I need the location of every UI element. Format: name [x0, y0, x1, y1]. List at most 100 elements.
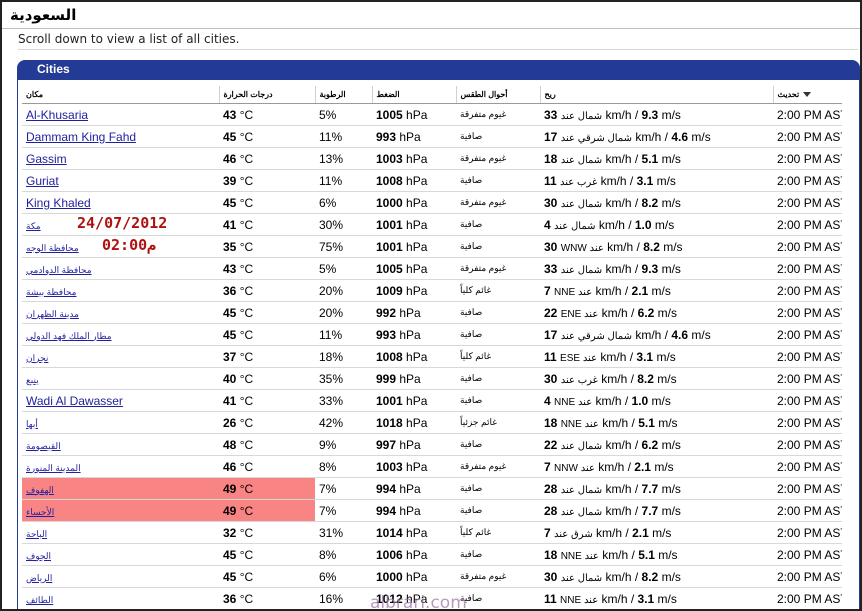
- wind-speed-kmh: 18: [544, 151, 558, 166]
- column-header-pressure[interactable]: الضغط: [372, 86, 457, 104]
- weather-condition: صافية: [460, 373, 483, 383]
- cities-panel-header: Cities: [17, 60, 860, 80]
- city-link[interactable]: الهفوف: [26, 485, 54, 495]
- weather-cell: صافية: [456, 301, 540, 324]
- humidity-cell: 8%: [315, 455, 372, 478]
- weather-cell: غيوم متفرقة: [456, 455, 540, 478]
- temperature-unit: °C: [239, 129, 254, 144]
- wind-cell: 7 NNW عند km/h / 2.1 m/s: [540, 455, 773, 478]
- wind-unit-kmh: km/h /: [602, 547, 639, 562]
- city-link[interactable]: محافظة بيشة: [26, 287, 76, 297]
- wind-unit-ms: m/s: [658, 151, 681, 166]
- wind-cell: 30 WNW عند km/h / 8.2 m/s: [540, 235, 773, 258]
- wind-speed-kmh: 11: [544, 349, 557, 364]
- city-link[interactable]: مطار الملك فهد الدولي: [26, 331, 112, 341]
- city-cell: الطائف: [22, 587, 219, 609]
- temperature-unit: °C: [239, 349, 254, 364]
- city-link[interactable]: King Khaled: [26, 196, 91, 210]
- wind-unit-kmh: km/h /: [600, 349, 637, 364]
- city-cell: مطار الملك فهد الدولي: [22, 323, 219, 346]
- pressure-cell: 1000 hPa: [372, 191, 456, 214]
- updated-cell: 2:00 PM AST: [773, 345, 842, 368]
- weather-condition: صافية: [460, 219, 483, 229]
- temperature-unit: °C: [239, 591, 254, 606]
- pressure-cell: 994 hPa: [372, 477, 456, 500]
- pressure-cell: 1018 hPa: [372, 411, 456, 434]
- weather-cell: صافية: [456, 587, 540, 609]
- wind-direction: شمال عند: [560, 198, 603, 210]
- wind-unit-kmh: km/h /: [598, 459, 635, 474]
- wind-unit-kmh: km/h /: [605, 481, 642, 496]
- wind-unit-ms: m/s: [648, 283, 671, 298]
- column-header-wind[interactable]: ريح: [540, 86, 774, 104]
- wind-speed-kmh: 7: [544, 283, 551, 298]
- wind-unit-kmh: km/h /: [605, 151, 642, 166]
- table-row: المدينة المنورة 46 °C 8% 1003 hPa غيوم متفرق…: [22, 455, 842, 478]
- column-header-updated[interactable]: تحديث: [773, 86, 842, 104]
- weather-cell: غيوم متفرقة: [456, 147, 540, 170]
- column-header-temperature[interactable]: درجات الحرارة: [219, 86, 316, 104]
- temperature-value: 49: [223, 481, 237, 496]
- column-header-city[interactable]: مكان: [22, 86, 220, 104]
- city-link[interactable]: الباحة: [26, 529, 47, 539]
- city-link[interactable]: Gassim: [26, 152, 67, 166]
- city-link[interactable]: الرياض: [26, 573, 52, 583]
- updated-cell: 2:00 PM AST: [773, 213, 842, 236]
- pressure-unit: hPa: [399, 129, 421, 144]
- wind-cell: 4 شمال عند km/h / 1.0 m/s: [540, 213, 773, 236]
- column-header-humidity[interactable]: الرطوبة: [315, 86, 373, 104]
- city-cell: الأحساء: [22, 499, 219, 522]
- temperature-value: 46: [223, 459, 237, 474]
- city-link[interactable]: الجوف: [26, 551, 51, 561]
- table-row: Guriat 39 °C 11% 1008 hPa صافية 11 غرب عند km…: [22, 169, 842, 192]
- city-cell: Gassim: [22, 147, 219, 170]
- wind-unit-ms: m/s: [658, 569, 681, 584]
- temperature-unit: °C: [239, 217, 254, 232]
- city-link[interactable]: مكة: [26, 221, 41, 231]
- pressure-unit: hPa: [406, 151, 428, 166]
- wind-direction: NNE عند: [560, 550, 599, 562]
- city-link[interactable]: Guriat: [26, 174, 59, 188]
- pressure-cell: 1008 hPa: [372, 345, 456, 368]
- wind-speed-ms: 6.2: [641, 437, 659, 452]
- column-header-weather[interactable]: أحوال الطقس: [456, 86, 541, 104]
- city-link[interactable]: Dammam King Fahd: [26, 130, 136, 144]
- wind-speed-ms: 1.0: [634, 217, 652, 232]
- weather-condition: صافية: [460, 329, 483, 339]
- table-row: Gassim 46 °C 13% 1003 hPa غيوم متفرقة 18 شمال…: [22, 147, 842, 170]
- city-link[interactable]: محافظة الدوادمي: [26, 265, 92, 275]
- table-row: الجوف 45 °C 8% 1006 hPa صافية 18 NNE عند km/h…: [22, 543, 842, 566]
- city-link[interactable]: Wadi Al Dawasser: [26, 394, 123, 408]
- city-link[interactable]: الأحساء: [26, 507, 54, 517]
- wind-speed-kmh: 30: [544, 195, 558, 210]
- pressure-cell: 997 hPa: [372, 433, 456, 456]
- city-link[interactable]: الطائف: [26, 595, 53, 605]
- city-link[interactable]: المدينة المنورة: [26, 463, 81, 473]
- wind-speed-ms: 3.1: [636, 173, 654, 188]
- temperature-value: 35: [223, 239, 237, 254]
- pressure-value: 1006: [376, 547, 403, 562]
- wind-speed-kmh: 17: [544, 327, 558, 342]
- city-link[interactable]: Al-Khusaria: [26, 108, 88, 122]
- weather-condition: غيوم متفرقة: [460, 153, 507, 163]
- wind-direction: شمال شرقي عند: [560, 132, 632, 144]
- city-link[interactable]: ينبع: [26, 375, 39, 385]
- wind-unit-ms: m/s: [658, 481, 681, 496]
- wind-cell: 30 شمال عند km/h / 8.2 m/s: [540, 565, 773, 588]
- city-link[interactable]: القيصومة: [26, 441, 61, 451]
- humidity-cell: 5%: [315, 103, 372, 126]
- pressure-value: 1014: [376, 525, 403, 540]
- wind-unit-kmh: km/h /: [605, 503, 642, 518]
- pressure-value: 1009: [376, 283, 403, 298]
- city-link[interactable]: أبها: [26, 419, 38, 429]
- city-link[interactable]: محافظة الوجه: [26, 243, 79, 253]
- city-link[interactable]: نجران: [26, 353, 48, 363]
- temperature-unit: °C: [239, 569, 254, 584]
- pressure-value: 994: [376, 503, 397, 518]
- city-link[interactable]: مدينة الظهران: [26, 309, 79, 319]
- pressure-unit: hPa: [399, 437, 421, 452]
- temperature-unit: °C: [239, 305, 254, 320]
- pressure-value: 1008: [376, 349, 403, 364]
- wind-speed-kmh: 7: [544, 459, 551, 474]
- table-row: Al-Khusaria 43 °C 5% 1005 hPa غيوم متفرقة 33 …: [22, 103, 842, 126]
